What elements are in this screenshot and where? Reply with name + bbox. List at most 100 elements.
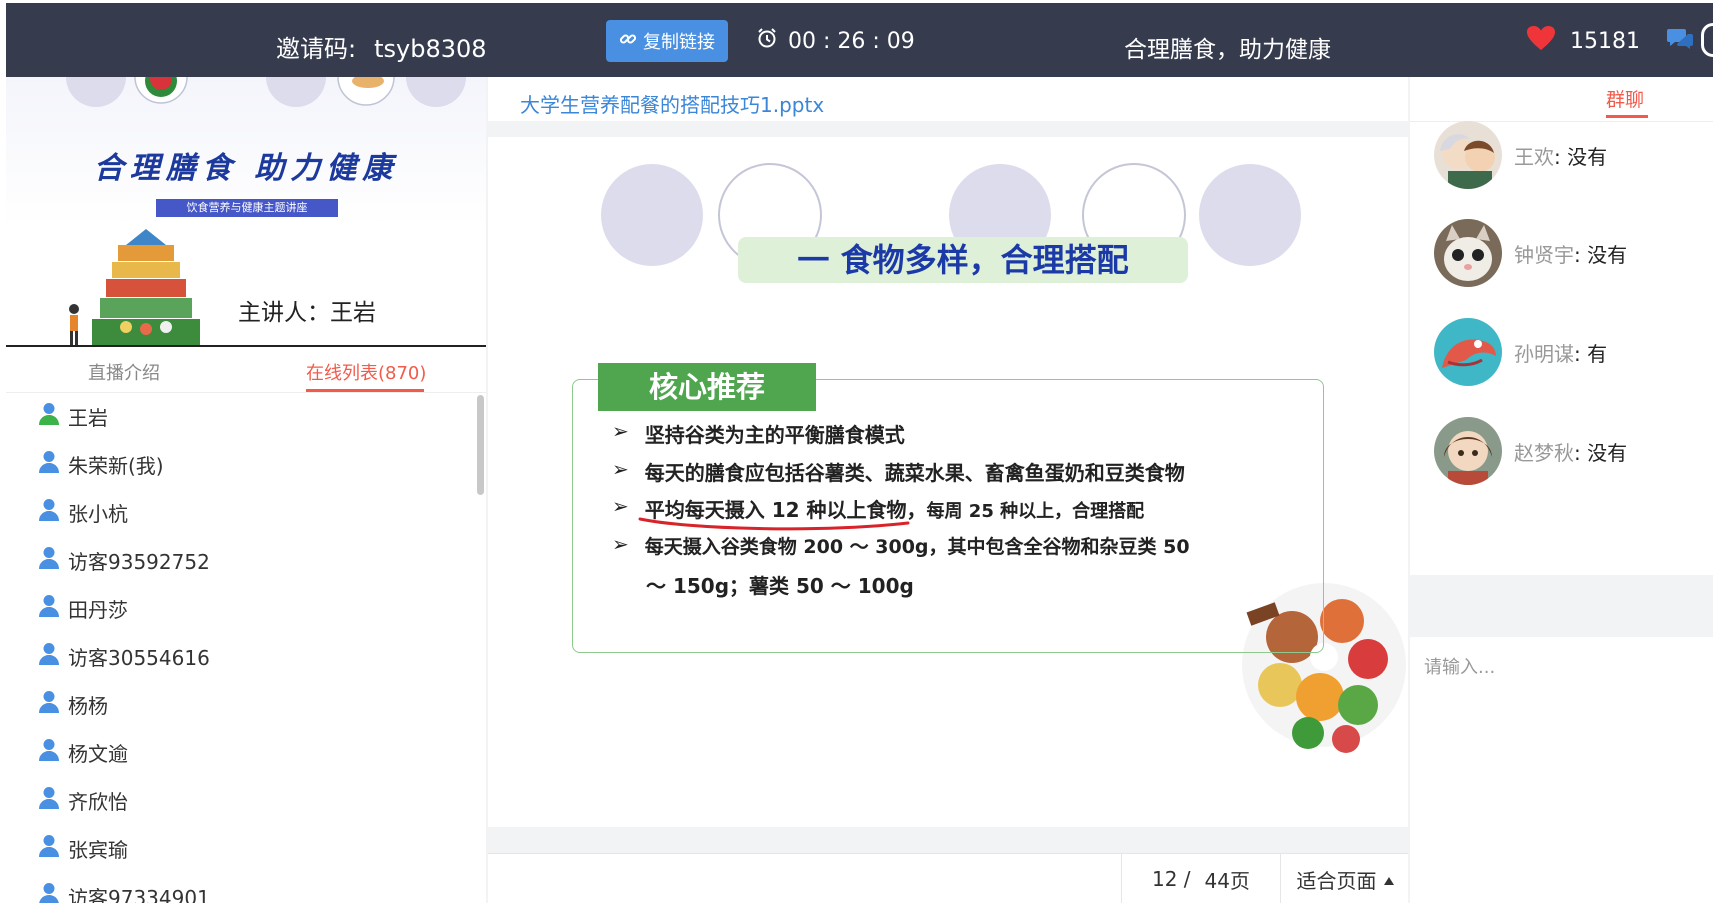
arrow-bullet-icon: ➢ [612,532,629,556]
live-title: 合理膳食，助力健康 [1124,37,1331,63]
user-name: 张小杭 [68,501,128,526]
user-name: 张宾瑜 [68,837,128,862]
top-bar: 邀请码: tsyb8308 复制链接 00 : 26 : 09 合理膳食，助力健康… [6,3,1713,77]
user-name: 访客97334901 [68,885,210,903]
bullet-item: ➢ 每天的膳食应包括谷薯类、蔬菜水果、畜禽鱼蛋奶和豆类食物 [612,457,1185,486]
page-indicator: 12 / 44页 [1121,854,1281,903]
timer-value: 00 : 26 : 09 [788,28,915,54]
list-item[interactable]: 杨杨 [38,689,108,719]
chat-text: 没有 [1567,144,1608,169]
user-name: 朱荣新(我) [68,453,164,478]
cover-subtitle: 饮食营养与健康主题讲座 [156,199,338,217]
user-icon [38,834,60,863]
chat-input[interactable] [1410,637,1713,903]
current-page: 12 / [1152,867,1191,891]
heart-icon [1526,25,1556,57]
avatar [1434,417,1502,485]
list-item[interactable]: 访客97334901 [38,881,210,903]
live-classroom-app: 邀请码: tsyb8308 复制链接 00 : 26 : 09 合理膳食，助力健康… [6,3,1713,903]
arrow-bullet-icon: ➢ [612,457,629,481]
cover-speaker: 主讲人：王岩 [238,300,376,326]
bullet-text: 坚持谷类为主的平衡膳食模式 [644,423,905,447]
link-icon [619,30,637,53]
list-item[interactable]: 张小杭 [38,497,128,527]
presentation-area: 大学生营养配餐的搭配技巧1.pptx 一 食物多样，合理搭配 核心推荐 ➢ 坚持… [488,77,1408,903]
chat-text: 没有 [1587,242,1628,267]
chat-message[interactable]: 钟贤宇: 没有 [1434,219,1627,287]
user-icon [38,690,60,719]
chat-toolbar-area [1410,575,1713,637]
list-item[interactable]: 访客30554616 [38,641,210,671]
user-list-scrollbar[interactable] [477,395,484,495]
chat-toggle-button[interactable] [1666,27,1694,55]
left-panel: 合理膳食 助力健康 饮食营养与健康主题讲座 主讲人：王岩 直播介绍 在线列表(8… [6,77,486,903]
avatar [1434,121,1502,189]
user-name: 齐欣怡 [68,789,128,814]
user-icon [38,546,60,575]
copy-link-label: 复制链接 [643,32,715,53]
chat-text: 没有 [1587,440,1628,465]
left-tabs: 直播介绍 在线列表(870) [6,347,486,393]
chat-username: 钟贤宇 [1514,242,1574,267]
bullet-item: ➢ 坚持谷类为主的平衡膳食模式 [612,419,905,448]
fit-page-label: 适合页面 [1296,868,1377,893]
chat-bubble-icon [1666,29,1694,55]
chat-tab-indicator [1606,115,1648,118]
chat-username: 孙明谋 [1514,341,1574,366]
file-bar: 大学生营养配餐的搭配技巧1.pptx [488,77,1408,121]
list-item[interactable]: 杨文逾 [38,737,128,767]
user-name: 杨文逾 [68,741,128,766]
bullet-text-highlight: 平均每天摄入 12 种以上食物， [644,498,927,522]
tab-live-intro[interactable]: 直播介绍 [88,359,160,385]
file-name-link[interactable]: 大学生营养配餐的搭配技巧1.pptx [520,89,824,118]
user-name: 王岩 [68,405,108,430]
arrow-bullet-icon: ➢ [612,419,629,443]
chat-separator: : [1574,242,1588,267]
cover-title: 合理膳食 助力健康 [93,151,399,186]
invite-code-value: tsyb8308 [374,35,487,63]
tab-group-chat[interactable]: 群聊 [1606,85,1644,112]
bullet-item: ➢ 每天摄入谷类食物 200 ～ 300g，其中包含全谷物和杂豆类 50 [612,532,1190,559]
user-name: 杨杨 [68,693,108,718]
chat-text: 有 [1587,341,1608,366]
chat-message[interactable]: 孙明谋: 有 [1434,318,1607,386]
list-item[interactable]: 访客93592752 [38,545,210,575]
list-item[interactable]: 齐欣怡 [38,785,128,815]
user-icon [38,402,60,431]
like-count: 15181 [1570,28,1640,54]
user-name: 田丹莎 [68,597,128,622]
slide-pager-bar: 12 / 44页 适合页面 [488,853,1408,903]
user-icon [38,450,60,479]
chat-separator: : [1574,341,1588,366]
live-timer: 00 : 26 : 09 [756,27,915,55]
total-pages: 44页 [1204,868,1250,893]
list-item[interactable]: 田丹莎 [38,593,128,623]
bullet-text: 每周 25 种以上，合理搭配 [926,501,1145,522]
copy-link-button[interactable]: 复制链接 [606,20,728,62]
user-icon [38,738,60,767]
bullet-text: 每天的膳食应包括谷薯类、蔬菜水果、畜禽鱼蛋奶和豆类食物 [644,461,1185,485]
chat-username: 王欢 [1514,144,1554,169]
chat-username: 赵梦秋 [1514,440,1574,465]
list-item[interactable]: 朱荣新(我) [38,449,164,479]
invite-label: 邀请码: [276,35,357,63]
fit-page-button[interactable]: 适合页面 [1283,854,1408,903]
list-item[interactable]: 张宾瑜 [38,833,128,863]
alarm-clock-icon [756,27,778,55]
bullet-text: 每天摄入谷类食物 200 ～ 300g，其中包含全谷物和杂豆类 50 [644,536,1190,558]
tab-active-indicator [306,389,424,392]
user-icon [38,642,60,671]
list-item[interactable]: 王岩 [38,401,108,431]
avatar [1434,318,1502,386]
slide-canvas: 一 食物多样，合理搭配 核心推荐 ➢ 坚持谷类为主的平衡膳食模式 ➢ 每天的膳食… [488,137,1408,827]
user-name: 访客93592752 [68,549,210,574]
like-button[interactable]: 15181 [1526,25,1640,57]
user-name: 访客30554616 [68,645,210,670]
arrow-bullet-icon: ➢ [612,494,629,518]
slide-heading: 一 食物多样，合理搭配 [738,237,1188,283]
chat-message[interactable]: 赵梦秋: 没有 [1434,417,1627,485]
tab-online-list[interactable]: 在线列表(870) [306,359,426,385]
bullet-text-continued: ～ 150g；薯类 50 ～ 100g [646,574,914,598]
user-icon [38,882,60,903]
chat-message[interactable]: 王欢: 没有 [1434,121,1607,189]
